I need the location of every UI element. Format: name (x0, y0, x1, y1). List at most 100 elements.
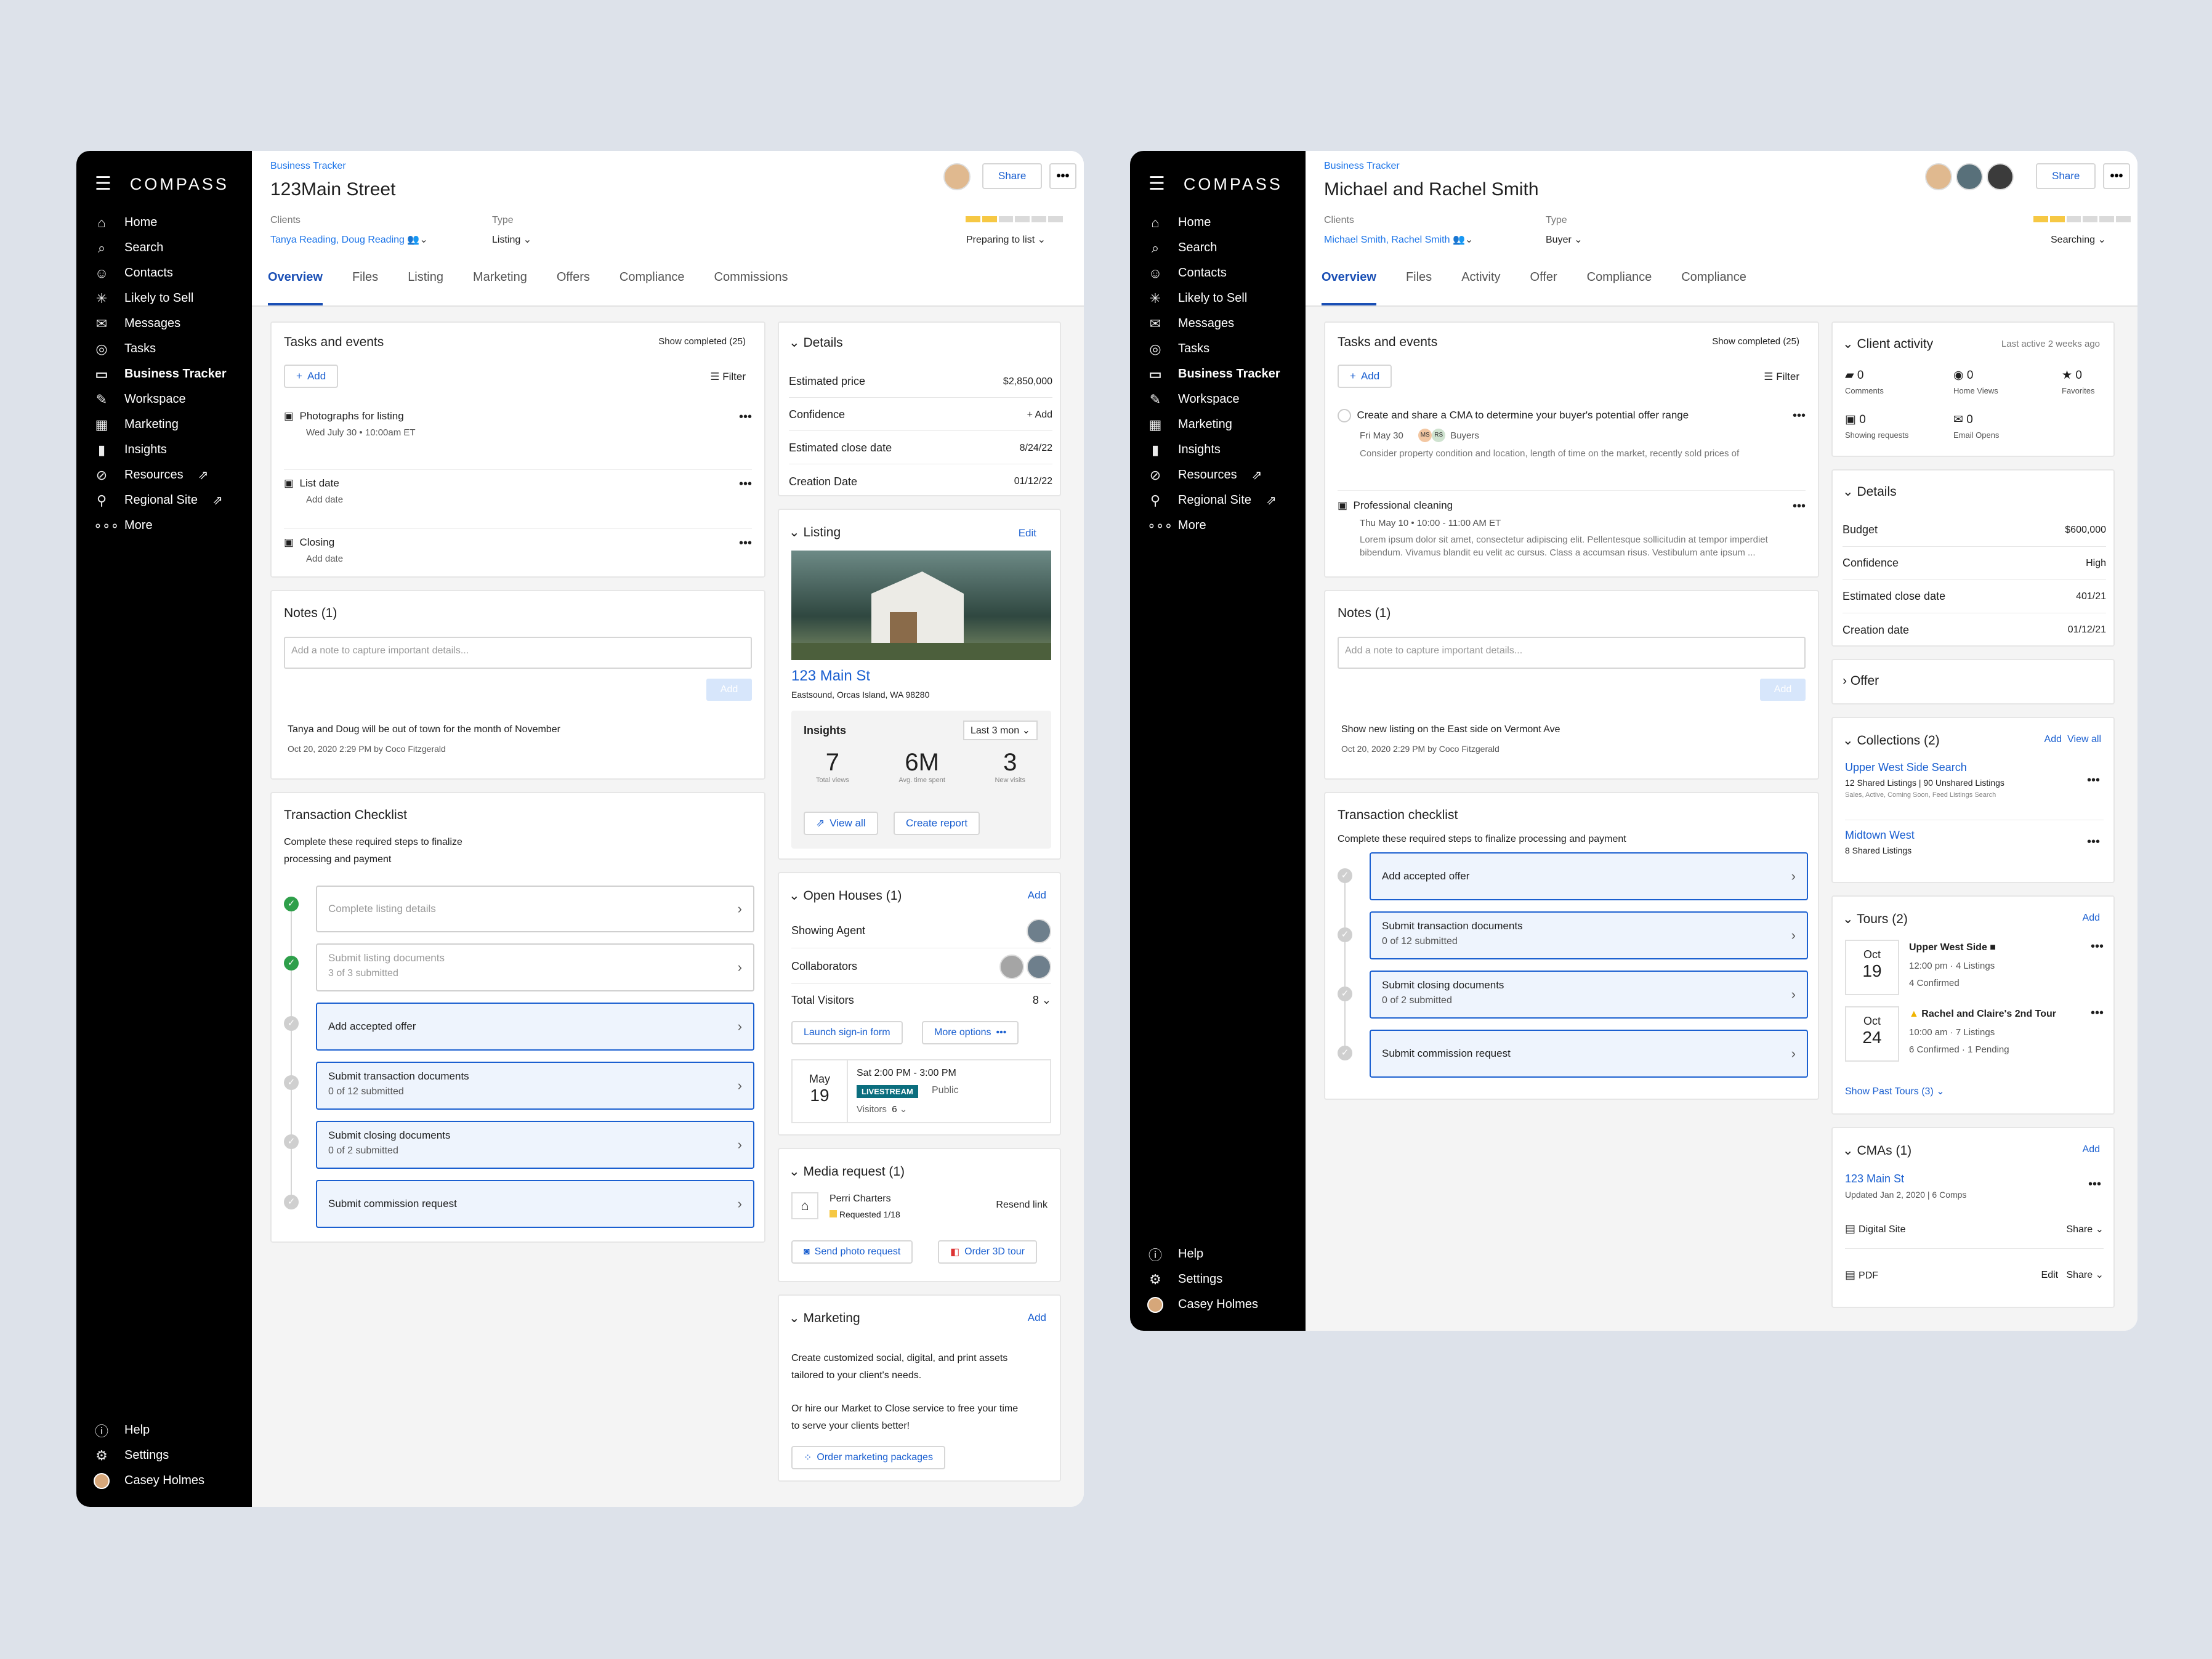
add-note-button[interactable]: Add (1760, 679, 1806, 701)
sidebar-item-marketing[interactable]: ▦ Marketing (76, 412, 252, 437)
note-input[interactable]: Add a note to capture important details.… (284, 637, 752, 669)
tab-compliance-2[interactable]: Compliance (1681, 270, 1746, 305)
type-dropdown[interactable]: Buyer ⌄ (1546, 233, 1583, 246)
listing-address[interactable]: 123 Main St (791, 668, 870, 685)
sidebar-item-settings[interactable]: ⚙ Settings (76, 1443, 252, 1468)
sidebar-item-regional-site[interactable]: ⚲ Regional Site ⇗ (76, 488, 252, 513)
more-button[interactable]: ••• (2103, 163, 2130, 189)
sidebar-item-regional-site[interactable]: ⚲ Regional Site ⇗ (1130, 488, 1306, 513)
show-completed-link[interactable]: Show completed (25) (658, 336, 746, 347)
task-item[interactable]: Create and share a CMA to determine your… (1338, 409, 1806, 459)
tab-files[interactable]: Files (352, 270, 378, 305)
sidebar-item-profile[interactable]: Casey Holmes (76, 1468, 252, 1493)
total-visitors-row[interactable]: Total Visitors 8 ⌄ (791, 985, 1051, 1015)
tab-marketing[interactable]: Marketing (473, 270, 527, 305)
stage-dropdown[interactable]: Searching ⌄ (2051, 233, 2106, 246)
add-task-button[interactable]: + Add (284, 365, 339, 388)
sidebar-item-marketing[interactable]: ▦ Marketing (1130, 412, 1306, 437)
step-submit-closing-documents[interactable]: Submit closing documents 0 of 2 submitted… (1370, 971, 1808, 1019)
tours-header[interactable]: ⌄ Tours (2) (1843, 911, 1908, 927)
sidebar-item-tasks[interactable]: ◎ Tasks (76, 336, 252, 361)
sidebar-item-workspace[interactable]: ✎ Workspace (1130, 387, 1306, 412)
share-button[interactable]: Share (2036, 163, 2096, 189)
tab-offers[interactable]: Offers (557, 270, 590, 305)
task-item[interactable]: ▣ Professional cleaning Thu May 10 • 10:… (1338, 490, 1806, 558)
clients-value[interactable]: Tanya Reading, Doug Reading 👥⌄ (270, 233, 428, 246)
order-marketing-button[interactable]: ⁘ Order marketing packages (791, 1446, 945, 1469)
sidebar-item-workspace[interactable]: ✎ Workspace (76, 387, 252, 412)
task-item[interactable]: ▣ Closing Add date ••• (284, 528, 752, 564)
add-tour-link[interactable]: Add (2083, 913, 2100, 924)
add-open-house-link[interactable]: Add (1028, 889, 1046, 902)
add-collection-link[interactable]: Add (2044, 734, 2062, 745)
filter-button[interactable]: ☰ Filter (1764, 371, 1799, 383)
listing-photo[interactable] (791, 551, 1051, 660)
avatar[interactable] (943, 163, 971, 190)
add-marketing-link[interactable]: Add (1028, 1312, 1046, 1324)
sidebar-item-help[interactable]: ⓘ Help (1130, 1241, 1306, 1267)
more-icon[interactable]: ••• (2088, 1177, 2101, 1192)
sidebar-item-likely-to-sell[interactable]: ✳ Likely to Sell (1130, 286, 1306, 311)
more-icon[interactable]: ••• (1793, 499, 1806, 514)
sidebar-item-resources[interactable]: ⊘ Resources ⇗ (76, 462, 252, 488)
menu-icon[interactable]: ☰ (1148, 175, 1165, 193)
tab-overview[interactable]: Overview (1322, 270, 1376, 305)
period-dropdown[interactable]: Last 3 mon ⌄ (963, 721, 1038, 740)
sidebar-item-contacts[interactable]: ☺ Contacts (1130, 260, 1306, 286)
details-header[interactable]: ⌄ Details (1843, 484, 1897, 499)
step-submit-transaction-documents[interactable]: Submit transaction documents 0 of 12 subm… (316, 1062, 754, 1110)
tab-compliance[interactable]: Compliance (620, 270, 685, 305)
tour-item[interactable]: Oct 19 Upper West Side ■ 12:00 pm · 4 Lis… (1845, 940, 2104, 1001)
resend-link[interactable]: Resend link (996, 1200, 1047, 1211)
step-add-accepted-offer[interactable]: Add accepted offer › (1370, 852, 1808, 900)
view-all-collections-link[interactable]: View all (2067, 734, 2101, 745)
cmas-header[interactable]: ⌄ CMAs (1) (1843, 1143, 1911, 1158)
show-completed-link[interactable]: Show completed (25) (1712, 336, 1799, 347)
share-dropdown[interactable]: Share ⌄ (2066, 1223, 2104, 1235)
tab-commissions[interactable]: Commissions (714, 270, 788, 305)
open-houses-header[interactable]: ⌄ Open Houses (1) (789, 888, 902, 903)
filter-button[interactable]: ☰ Filter (710, 371, 746, 383)
collection-item[interactable]: Midtown West 8 Shared Listings ••• (1845, 829, 2104, 855)
avatar[interactable] (1027, 954, 1051, 979)
share-dropdown[interactable]: Share ⌄ (2066, 1270, 2104, 1280)
tour-item[interactable]: Oct 24 ▲ Rachel and Claire's 2nd Tour 10:… (1845, 1006, 2104, 1068)
sidebar-item-messages[interactable]: ✉ Messages (76, 311, 252, 336)
collection-item[interactable]: Upper West Side Search 12 Shared Listing… (1845, 761, 2104, 820)
sidebar-item-home[interactable]: ⌂ Home (76, 210, 252, 235)
sidebar-item-messages[interactable]: ✉ Messages (1130, 311, 1306, 336)
avatar[interactable] (1027, 918, 1051, 943)
sidebar-item-likely-to-sell[interactable]: ✳ Likely to Sell (76, 286, 252, 311)
task-item[interactable]: ▣ List date Add date ••• (284, 469, 752, 505)
step-submit-commission-request[interactable]: Submit commission request › (316, 1180, 754, 1228)
sidebar-item-help[interactable]: ⓘ Help (76, 1418, 252, 1443)
show-past-tours-link[interactable]: Show Past Tours (3) ⌄ (1845, 1085, 1945, 1097)
breadcrumb[interactable]: Business Tracker (270, 161, 346, 172)
tab-files[interactable]: Files (1406, 270, 1432, 305)
avatar[interactable] (1956, 163, 1983, 190)
type-dropdown[interactable]: Listing ⌄ (492, 233, 531, 246)
tab-offer[interactable]: Offer (1530, 270, 1557, 305)
more-icon[interactable]: ••• (739, 477, 752, 491)
more-options-button[interactable]: More options ••• (922, 1021, 1019, 1044)
more-icon[interactable]: ••• (2087, 773, 2100, 788)
tab-overview[interactable]: Overview (268, 270, 323, 305)
more-icon[interactable]: ••• (2091, 940, 2104, 954)
tab-listing[interactable]: Listing (408, 270, 443, 305)
more-icon[interactable]: ••• (1793, 409, 1806, 423)
visitors-dropdown[interactable]: Visitors 6 ⌄ (857, 1104, 907, 1115)
view-all-button[interactable]: ⇗ View all (804, 812, 878, 835)
sidebar-item-home[interactable]: ⌂ Home (1130, 210, 1306, 235)
sidebar-item-resources[interactable]: ⊘ Resources ⇗ (1130, 462, 1306, 488)
launch-sign-in-button[interactable]: Launch sign-in form (791, 1021, 903, 1044)
sidebar-item-settings[interactable]: ⚙ Settings (1130, 1267, 1306, 1292)
offer-card[interactable]: › Offer (1831, 659, 2115, 704)
send-photo-request-button[interactable]: ◙ Send photo request (791, 1240, 913, 1264)
more-icon[interactable]: ••• (2091, 1006, 2104, 1020)
step-complete-listing-details[interactable]: Complete listing details › (316, 886, 754, 932)
step-submit-closing-documents[interactable]: Submit closing documents 0 of 2 submitted… (316, 1121, 754, 1169)
detail-row[interactable]: Confidence + Add (789, 399, 1052, 431)
menu-icon[interactable]: ☰ (95, 175, 111, 193)
more-icon[interactable]: ••• (739, 410, 752, 424)
sidebar-item-more[interactable]: ∘∘∘ More (1130, 513, 1306, 538)
